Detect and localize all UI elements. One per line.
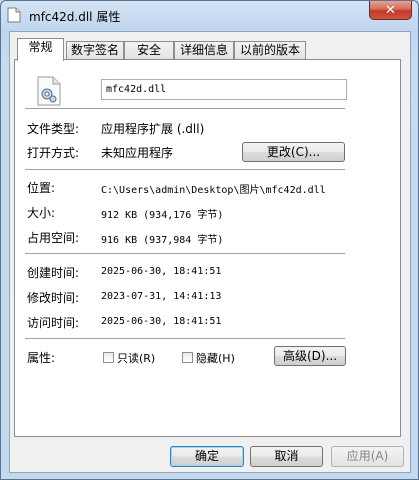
attributes-label: 属性: [27, 351, 56, 365]
tab-security[interactable]: 安全 [124, 41, 174, 59]
modified-value: 2023-07-31, 14:41:13 [101, 291, 222, 302]
readonly-checkbox[interactable] [103, 352, 114, 363]
properties-window: mfc42d.dll 属性 ✕ 常规 数字签名 安全 详细信息 以前的版本 mf… [0, 0, 419, 480]
opens-with-label: 打开方式: [27, 146, 80, 160]
separator [25, 108, 345, 109]
file-type-label: 文件类型: [27, 122, 80, 136]
size-on-disk-value: 916 KB (937,984 字节) [101, 235, 224, 246]
apply-button[interactable]: 应用(A) [331, 446, 404, 467]
general-tab-panel: mfc42d.dll 文件类型: 应用程序扩展 (.dll) 打开方式: 未知应… [14, 59, 401, 437]
opens-with-value: 未知应用程序 [101, 146, 174, 160]
tab-label: 详细信息 [179, 43, 228, 57]
title-bar[interactable]: mfc42d.dll 属性 ✕ [1, 1, 418, 31]
readonly-label[interactable]: 只读(R) [117, 350, 155, 366]
window-title: mfc42d.dll 属性 [29, 10, 121, 24]
size-value: 912 KB (934,176 字节) [101, 210, 224, 221]
file-type-value: 应用程序扩展 (.dll) [101, 122, 205, 136]
tab-details[interactable]: 详细信息 [174, 41, 234, 59]
hidden-label[interactable]: 隐藏(H) [196, 350, 235, 366]
tab-label: 以前的版本 [239, 43, 300, 57]
location-label: 位置: [27, 181, 56, 195]
tab-general[interactable]: 常规 [17, 38, 64, 61]
separator [25, 338, 345, 339]
accessed-label: 访问时间: [27, 316, 80, 330]
advanced-button[interactable]: 高级(D)... [274, 346, 346, 366]
close-button[interactable]: ✕ [369, 1, 412, 20]
dialog-client: 常规 数字签名 安全 详细信息 以前的版本 mfc42d.dll 文件类型: 应… [9, 31, 411, 473]
tab-previous-versions[interactable]: 以前的版本 [234, 41, 306, 59]
change-app-button[interactable]: 更改(C)... [242, 142, 345, 162]
cancel-button[interactable]: 取消 [250, 446, 323, 467]
location-value: C:\Users\admin\Desktop\图片\mfc42d.dll [101, 185, 326, 196]
separator [25, 169, 345, 170]
tab-label: 安全 [136, 43, 161, 57]
tab-label: 数字签名 [70, 43, 119, 57]
ok-button[interactable]: 确定 [170, 446, 244, 467]
hidden-checkbox[interactable] [182, 352, 193, 363]
created-label: 创建时间: [27, 266, 80, 280]
document-icon [7, 7, 21, 23]
accessed-value: 2025-06-30, 18:41:51 [101, 316, 222, 327]
modified-label: 修改时间: [27, 291, 80, 305]
size-label: 大小: [27, 206, 56, 220]
dll-file-icon [37, 76, 61, 106]
tab-digital-signatures[interactable]: 数字签名 [66, 41, 124, 59]
separator [25, 253, 345, 254]
created-value: 2025-06-30, 18:41:51 [101, 266, 222, 277]
size-on-disk-label: 占用空间: [27, 231, 80, 245]
tab-label: 常规 [28, 40, 53, 54]
file-name-field[interactable]: mfc42d.dll [101, 79, 347, 100]
close-icon: ✕ [385, 2, 396, 18]
